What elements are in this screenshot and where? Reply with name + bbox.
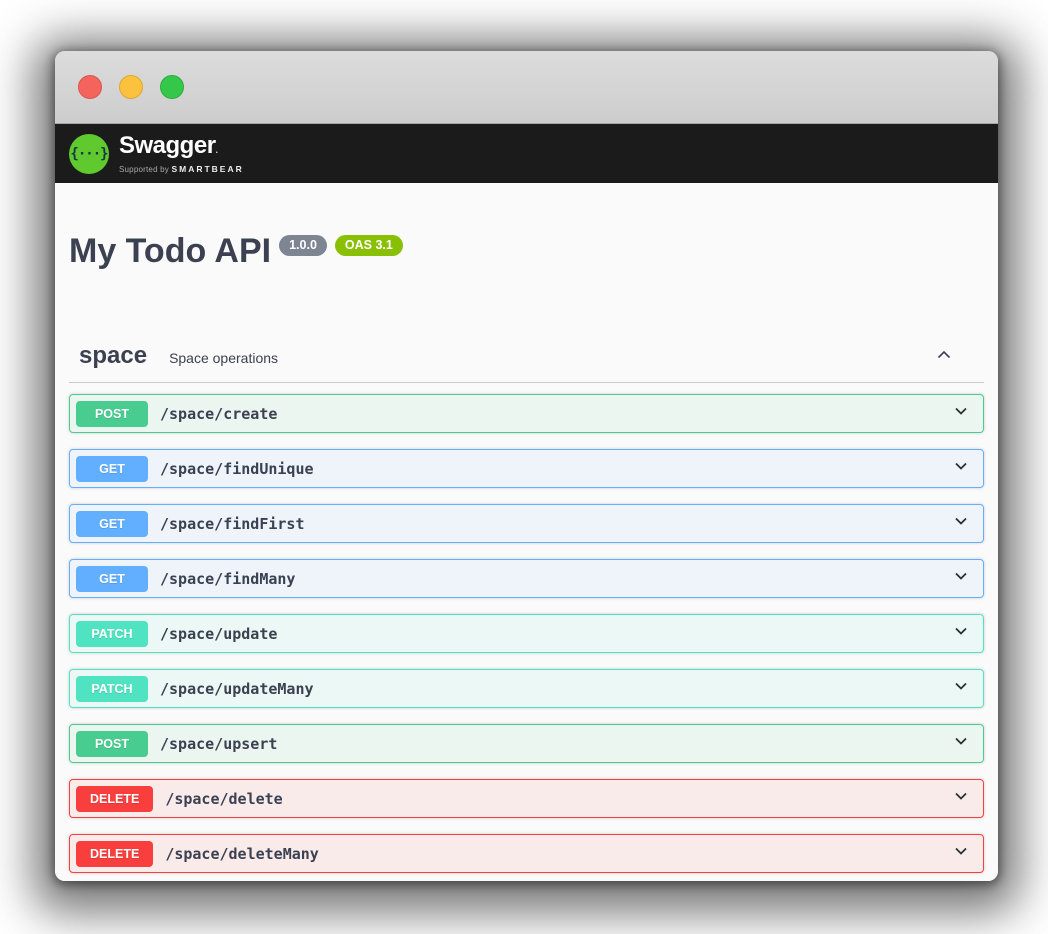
operation-row-/space/delete[interactable]: DELETE /space/delete (69, 779, 984, 818)
oas-badge: OAS 3.1 (335, 235, 403, 256)
expand-operation-button[interactable] (951, 456, 971, 481)
supported-by-text: Supported by SMARTBEAR (119, 164, 244, 174)
method-badge: PATCH (76, 621, 148, 647)
chevron-down-icon (951, 511, 971, 536)
method-badge: POST (76, 401, 148, 427)
operation-path: /space/updateMany (160, 680, 314, 698)
swagger-content: My Todo API 1.0.0 OAS 3.1 space Space op… (55, 183, 998, 881)
method-badge: DELETE (76, 786, 153, 812)
swagger-topbar: {···} Swagger. Supported by SMARTBEAR (55, 124, 998, 183)
expand-operation-button[interactable] (951, 621, 971, 646)
api-title-block: My Todo API 1.0.0 OAS 3.1 (69, 231, 984, 271)
operation-path: /space/create (160, 405, 277, 423)
chevron-down-icon (951, 731, 971, 756)
chevron-down-icon (951, 621, 971, 646)
chevron-down-icon (951, 456, 971, 481)
operation-path: /space/findUnique (160, 460, 314, 478)
operation-row-/space/create[interactable]: POST /space/create (69, 394, 984, 433)
window-titlebar[interactable] (55, 51, 998, 124)
expand-operation-button[interactable] (951, 731, 971, 756)
version-stamps: 1.0.0 OAS 3.1 (279, 235, 403, 256)
expand-operation-button[interactable] (951, 511, 971, 536)
method-badge: PATCH (76, 676, 148, 702)
chevron-down-icon (951, 786, 971, 811)
chevron-down-icon (951, 841, 971, 866)
tag-name: space (79, 342, 147, 370)
smartbear-brand-text: SMARTBEAR (171, 164, 243, 174)
page-title: My Todo API (69, 231, 271, 271)
operation-path: /space/findFirst (160, 515, 305, 533)
method-badge: GET (76, 511, 148, 537)
version-badge: 1.0.0 (279, 235, 327, 256)
chevron-down-icon (951, 566, 971, 591)
expand-operation-button[interactable] (951, 566, 971, 591)
expand-operation-button[interactable] (951, 676, 971, 701)
method-badge: GET (76, 456, 148, 482)
close-window-button[interactable] (78, 75, 102, 99)
operations-list: POST /space/create GET /space/findUnique… (69, 394, 984, 873)
operation-path: /space/deleteMany (165, 845, 319, 863)
window-controls (78, 75, 184, 99)
operation-row-/space/findMany[interactable]: GET /space/findMany (69, 559, 984, 598)
operation-row-/space/updateMany[interactable]: PATCH /space/updateMany (69, 669, 984, 708)
operation-row-/space/upsert[interactable]: POST /space/upsert (69, 724, 984, 763)
expand-operation-button[interactable] (951, 401, 971, 426)
expand-operation-button[interactable] (951, 841, 971, 866)
swagger-braces-icon: {···} (69, 134, 109, 174)
swagger-wordmark: Swagger. Supported by SMARTBEAR (119, 133, 244, 174)
collapse-section-button[interactable] (932, 343, 956, 370)
screenshot-stage: {···} Swagger. Supported by SMARTBEAR My… (0, 0, 1048, 934)
method-badge: GET (76, 566, 148, 592)
operation-row-/space/update[interactable]: PATCH /space/update (69, 614, 984, 653)
app-window: {···} Swagger. Supported by SMARTBEAR My… (55, 51, 998, 881)
swagger-braces-glyph: {···} (70, 146, 107, 162)
operation-path: /space/upsert (160, 735, 277, 753)
operation-row-/space/deleteMany[interactable]: DELETE /space/deleteMany (69, 834, 984, 873)
operation-row-/space/findUnique[interactable]: GET /space/findUnique (69, 449, 984, 488)
operation-path: /space/findMany (160, 570, 295, 588)
method-badge: POST (76, 731, 148, 757)
method-badge: DELETE (76, 841, 153, 867)
operation-row-/space/findFirst[interactable]: GET /space/findFirst (69, 504, 984, 543)
zoom-window-button[interactable] (160, 75, 184, 99)
tag-description: Space operations (169, 350, 278, 366)
tag-section-header-space[interactable]: space Space operations (69, 342, 984, 383)
operation-path: /space/delete (165, 790, 282, 808)
operation-path: /space/update (160, 625, 277, 643)
chevron-down-icon (951, 401, 971, 426)
chevron-down-icon (951, 676, 971, 701)
trademark-mark: . (216, 145, 218, 155)
swagger-brand-text: Swagger. (119, 133, 244, 163)
minimize-window-button[interactable] (119, 75, 143, 99)
swagger-logo-link[interactable]: {···} Swagger. Supported by SMARTBEAR (69, 133, 244, 174)
chevron-up-icon (934, 353, 954, 368)
expand-operation-button[interactable] (951, 786, 971, 811)
